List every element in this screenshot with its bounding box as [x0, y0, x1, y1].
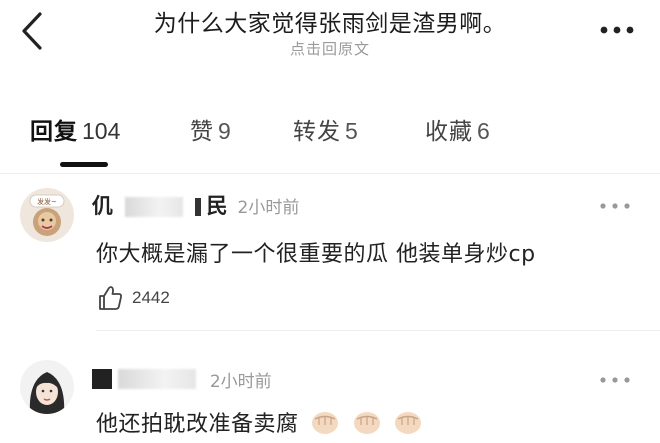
- like-count: 2442: [132, 288, 170, 307]
- comment-item: 2小时前 他还拍耽改准备卖腐: [0, 350, 660, 443]
- fist-bump-emoji: [393, 408, 423, 442]
- tab-replies[interactable]: 回复 104: [30, 112, 120, 146]
- redacted-mark: [194, 198, 201, 217]
- comment-text: 你大概是漏了一个很重要的瓜 他装单身炒cp: [96, 242, 536, 267]
- avatar[interactable]: [20, 360, 74, 414]
- screen: 为什么大家觉得张雨剑是渣男啊。 点击回原文 回复 104 赞9 转发 5 收藏 6: [0, 0, 660, 443]
- top-bar: 为什么大家觉得张雨剑是渣男啊。 点击回原文: [0, 0, 660, 70]
- more-dots-icon: [600, 26, 634, 34]
- comment-text: 他还拍耽改准备卖腐: [96, 412, 299, 437]
- tab-label: 收藏: [425, 119, 473, 145]
- tab-label: 回复: [30, 119, 78, 145]
- comment-more-button[interactable]: [598, 372, 632, 388]
- more-dots-icon: [600, 203, 630, 209]
- comment-more-button[interactable]: [598, 198, 632, 214]
- comment-item: 发发~ 仉 民 2小时前 你大概是漏了一个很重要的瓜 他装单身炒cp 2442: [0, 186, 660, 326]
- avatar-badge-text: 发发~: [37, 197, 57, 206]
- username[interactable]: [92, 367, 196, 391]
- username-row: 仉 民 2小时前: [92, 190, 299, 220]
- timestamp: 2小时前: [209, 371, 272, 392]
- redacted-blur: [124, 197, 183, 218]
- more-button[interactable]: [598, 20, 638, 40]
- avatar[interactable]: 发发~: [20, 188, 74, 242]
- avatar-image: [20, 360, 74, 414]
- thumbs-up-icon: [99, 286, 122, 310]
- view-original-link[interactable]: 点击回原文: [0, 38, 660, 59]
- tab-label: 赞: [190, 119, 214, 145]
- like-button[interactable]: 2442: [96, 284, 170, 312]
- divider: [96, 330, 660, 331]
- tab-count: 6: [477, 118, 490, 144]
- tab-count: 5: [345, 118, 358, 144]
- tab-count: 9: [218, 118, 231, 144]
- tab-label: 转发: [293, 119, 341, 145]
- tab-favorites[interactable]: 收藏 6: [425, 112, 490, 146]
- fist-bump-emoji: [310, 408, 340, 442]
- divider: [0, 173, 660, 174]
- tab-count: 104: [82, 118, 121, 144]
- username[interactable]: 仉 民: [92, 190, 228, 220]
- post-title: 为什么大家觉得张雨剑是渣男啊。: [153, 11, 507, 37]
- redacted-blur: [117, 369, 196, 390]
- avatar-image: 发发~: [20, 188, 74, 242]
- tab-likes[interactable]: 赞9: [190, 112, 231, 146]
- username-visible-start: 仉: [92, 195, 113, 218]
- redacted-mark: [92, 369, 112, 390]
- timestamp: 2小时前: [237, 197, 300, 218]
- username-row: 2小时前: [92, 364, 272, 394]
- fist-bump-emoji: [352, 408, 382, 442]
- comment-text-row: 他还拍耽改准备卖腐: [96, 406, 423, 442]
- username-visible-end: 民: [206, 195, 228, 218]
- tab-reposts[interactable]: 转发 5: [293, 112, 358, 146]
- tab-bar: 回复 104 赞9 转发 5 收藏 6: [0, 100, 660, 170]
- more-dots-icon: [600, 377, 630, 383]
- active-tab-indicator: [60, 162, 108, 167]
